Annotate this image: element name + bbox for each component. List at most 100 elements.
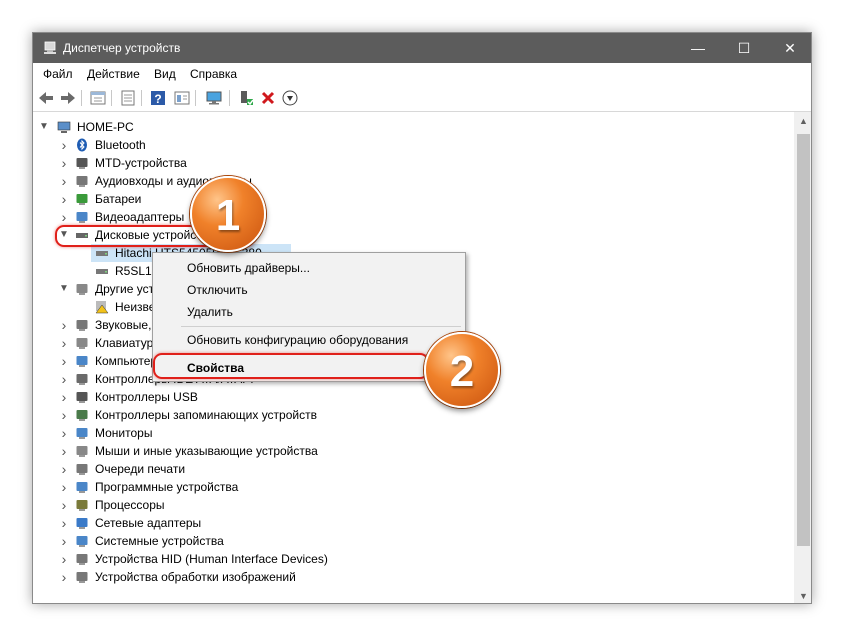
window-title: Диспетчер устройств <box>63 41 181 55</box>
expand-arrow-icon[interactable]: › <box>59 480 69 494</box>
tree-item-label: Контроллеры USB <box>95 390 198 404</box>
highlight-properties <box>153 353 429 379</box>
step-badge-2: 2 <box>424 332 500 408</box>
tree-item-label: Bluetooth <box>95 138 146 152</box>
maximize-button[interactable]: ☐ <box>721 33 767 63</box>
tree-root[interactable]: ▼ HOME-PC <box>33 118 794 136</box>
expand-arrow-icon[interactable]: › <box>59 174 69 188</box>
storage-controller-icon <box>76 410 88 421</box>
tree-category-item[interactable]: › Мыши и иные указывающие устройства <box>33 442 794 460</box>
collapse-arrow-icon[interactable]: ▼ <box>59 283 69 295</box>
tree-item-label: MTD-устройства <box>95 156 187 170</box>
system-icon <box>76 536 88 547</box>
ide-icon <box>76 374 88 385</box>
tree-item-label: Очереди печати <box>95 462 186 476</box>
monitor-icon[interactable] <box>205 89 223 107</box>
device-manager-app-icon <box>44 41 56 54</box>
expand-arrow-icon[interactable]: › <box>59 390 69 404</box>
menu-view[interactable]: Вид <box>154 67 176 81</box>
mtd-icon <box>76 158 88 169</box>
expand-arrow-icon[interactable]: › <box>59 552 69 566</box>
tree-category-item[interactable]: › Программные устройства <box>33 478 794 496</box>
mouse-icon <box>76 446 88 457</box>
expand-arrow-icon[interactable]: › <box>59 462 69 476</box>
tree-category-item[interactable]: › Видеоадаптеры <box>33 208 794 226</box>
tree-category-item[interactable]: › Контроллеры USB <box>33 388 794 406</box>
tree-category-item[interactable]: › Аудиовходы и аудиовыходы <box>33 172 794 190</box>
battery-icon <box>76 194 88 205</box>
ctx-scan-hardware[interactable]: Обновить конфигурацию оборудования <box>187 333 408 347</box>
download-icon[interactable] <box>281 89 299 107</box>
minimize-button[interactable]: — <box>675 33 721 63</box>
ctx-separator <box>181 326 461 327</box>
uninstall-icon[interactable] <box>259 89 277 107</box>
tree-item-label: Видеоадаптеры <box>95 210 185 224</box>
list-icon[interactable] <box>119 89 137 107</box>
ctx-disable[interactable]: Отключить <box>187 283 248 297</box>
menu-file[interactable]: Файл <box>43 67 73 81</box>
forward-icon[interactable] <box>59 89 77 107</box>
network-icon <box>76 518 88 529</box>
expand-arrow-icon[interactable]: › <box>59 372 69 386</box>
expand-arrow-icon[interactable]: › <box>59 570 69 584</box>
scroll-down-icon[interactable]: ▼ <box>794 587 811 603</box>
expand-arrow-icon[interactable]: › <box>59 498 69 512</box>
back-icon[interactable] <box>37 89 55 107</box>
unknown-device-icon <box>95 301 109 314</box>
tree-item-label: Мониторы <box>95 426 153 440</box>
expand-arrow-icon[interactable]: › <box>59 444 69 458</box>
expand-arrow-icon[interactable]: › <box>59 192 69 206</box>
collapse-arrow-icon[interactable]: ▼ <box>39 121 49 133</box>
details-icon[interactable] <box>173 89 191 107</box>
tree-category-item[interactable]: › Устройства обработки изображений <box>33 568 794 586</box>
tree-item-label: Мыши и иные указывающие устройства <box>95 444 318 458</box>
tree-item-label: Батареи <box>95 192 142 206</box>
tree-category-item[interactable]: › Устройства HID (Human Interface Devices… <box>33 550 794 568</box>
expand-arrow-icon[interactable]: › <box>59 408 69 422</box>
tree-category-item[interactable]: › Мониторы <box>33 424 794 442</box>
title-bar[interactable]: Диспетчер устройств — ☐ ✕ <box>33 33 811 63</box>
tree-root-label: HOME-PC <box>77 120 134 134</box>
tree-item-label: Системные устройства <box>95 534 224 548</box>
expand-arrow-icon[interactable]: › <box>59 534 69 548</box>
svg-text:?: ? <box>154 92 161 106</box>
other-devices-icon <box>76 284 88 295</box>
properties-view-icon[interactable] <box>89 89 107 107</box>
expand-arrow-icon[interactable]: › <box>59 318 69 332</box>
scrollbar-thumb[interactable] <box>797 134 810 546</box>
close-button[interactable]: ✕ <box>767 33 811 63</box>
audio-icon <box>76 176 88 187</box>
expand-arrow-icon[interactable]: › <box>59 516 69 530</box>
expand-arrow-icon[interactable]: › <box>59 336 69 350</box>
add-driver-icon[interactable] <box>237 89 255 107</box>
tree-item-label: Программные устройства <box>95 480 239 494</box>
tree-category-item[interactable]: › Bluetooth <box>33 136 794 154</box>
cpu-icon <box>76 500 88 511</box>
vertical-scrollbar[interactable]: ▲ ▼ <box>794 112 811 603</box>
tree-category-item[interactable]: › Контроллеры запоминающих устройств <box>33 406 794 424</box>
expand-arrow-icon[interactable]: › <box>59 210 69 224</box>
expand-arrow-icon[interactable]: › <box>59 156 69 170</box>
tree-category-item[interactable]: › Системные устройства <box>33 532 794 550</box>
tree-category-item[interactable]: › Очереди печати <box>33 460 794 478</box>
tree-category-item[interactable]: › MTD-устройства <box>33 154 794 172</box>
tree-category-item[interactable]: › Батареи <box>33 190 794 208</box>
software-device-icon <box>76 482 88 493</box>
scroll-up-icon[interactable]: ▲ <box>794 112 811 130</box>
display-adapter-icon <box>76 212 88 223</box>
tree-item-label: Сетевые адаптеры <box>95 516 202 530</box>
sound-icon <box>76 320 88 331</box>
menu-action[interactable]: Действие <box>87 67 140 81</box>
ctx-update-drivers[interactable]: Обновить драйверы... <box>187 261 310 275</box>
expand-arrow-icon[interactable]: › <box>59 354 69 368</box>
expand-arrow-icon[interactable]: › <box>59 426 69 440</box>
menu-bar: Файл Действие Вид Справка <box>33 63 811 85</box>
tree-category-item[interactable]: › Процессоры <box>33 496 794 514</box>
tree-category-item[interactable]: › Сетевые адаптеры <box>33 514 794 532</box>
bluetooth-icon <box>77 138 87 152</box>
expand-arrow-icon[interactable]: › <box>59 138 69 152</box>
menu-help[interactable]: Справка <box>190 67 237 81</box>
ctx-uninstall[interactable]: Удалить <box>187 305 233 319</box>
computer-icon <box>76 356 88 367</box>
help-icon[interactable]: ? <box>149 89 167 107</box>
